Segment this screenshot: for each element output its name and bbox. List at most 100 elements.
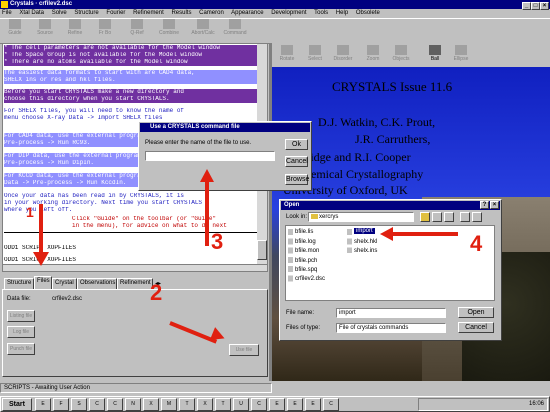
toolbar-abort-button[interactable]: Abort/Calc [190,18,216,40]
toolbar-refine-button[interactable]: Refine [62,18,88,40]
toolbar-guide-label: Guide [8,30,22,36]
menu-structure[interactable]: Structure [74,10,98,16]
details-view-button[interactable] [472,212,482,222]
use-file-button[interactable]: Use file [229,344,259,356]
file-icons [288,229,293,283]
tab-refinement[interactable]: Refinement [117,278,153,289]
file-item[interactable]: bfile.pch [295,258,317,264]
toolbar-source-button[interactable]: Source [32,18,58,40]
script-line: ODD1 SCRIPT XOPFILES [4,245,77,251]
taskbar-item[interactable]: X [143,398,159,411]
annotation-arrowhead-1 [33,252,49,266]
tab-structure[interactable]: Structure [4,278,34,289]
taskbar-item[interactable]: C [323,398,339,411]
file-name-input[interactable]: import [336,308,446,318]
taskbar-item[interactable]: N [125,398,141,411]
menu-file[interactable]: File [2,10,12,16]
file-item-selected[interactable]: import [354,228,375,234]
message-line: * The Space Group is not available for t… [4,52,264,59]
toolbar-command-button[interactable]: Command [222,18,248,40]
menu-refinement[interactable]: Refinement [133,10,164,16]
menu-fourier[interactable]: Fourier [106,10,125,16]
menu-help[interactable]: Help [336,10,348,16]
model-disorder-button[interactable]: Disorder [330,44,356,66]
open-button[interactable]: Open [458,307,494,318]
file-item[interactable]: bfile.spq [295,267,317,273]
command-ok-button[interactable]: Ok [285,139,308,150]
main-title-bar: Crystals · crfilev2.dsc _ □ × [0,0,550,10]
listing-file-button[interactable]: Listing file [7,310,35,322]
taskbar-item[interactable]: T [215,398,231,411]
open-cancel-button[interactable]: Cancel [458,322,494,333]
file-item[interactable]: bfile.log [295,239,316,245]
menu-cameron[interactable]: Cameron [199,10,224,16]
toolbar-frbo-button[interactable]: Fr Bo [92,18,118,40]
taskbar-item[interactable]: X [197,398,213,411]
message-line: * There are no atoms available for the M… [4,59,264,66]
taskbar-item[interactable]: F [53,398,69,411]
model-select-label: Select [308,56,322,62]
model-zoom-button[interactable]: Zoom [360,44,386,66]
log-file-button[interactable]: Log file [7,326,35,338]
model-ball-button[interactable]: Ball [422,44,448,66]
file-name-label: File name: [286,310,315,316]
taskbar-item[interactable]: E [287,398,303,411]
menu-solve[interactable]: Solve [52,10,67,16]
menu-obsolete[interactable]: Obsolete [356,10,380,16]
model-select-button[interactable]: Select [302,44,328,66]
taskbar-item[interactable]: E [35,398,51,411]
up-folder-button[interactable] [420,212,430,222]
model-objects-button[interactable]: Objects [388,44,414,66]
command-browse-button[interactable]: Browse [285,174,309,185]
taskbar-item[interactable]: M [161,398,177,411]
zoom-icon [367,45,379,55]
command-cancel-button[interactable]: Cancel [285,156,308,167]
menu-development[interactable]: Development [271,10,306,16]
file-item[interactable]: shelx.ins [354,248,377,254]
message-line: Before you start CRYSTALS make a new dir… [4,89,264,96]
tab-files[interactable]: Files [34,276,52,289]
menu-results[interactable]: Results [171,10,191,16]
start-button[interactable]: Start [2,398,32,411]
taskbar-item[interactable]: T [179,398,195,411]
file-item[interactable]: bfile.mon [295,248,319,254]
command-dialog-title: Use a CRYSTALS command file [150,124,240,130]
tab-crystal[interactable]: Crystal [52,278,77,289]
toolbar-qref-button[interactable]: Q-Ref [124,18,150,40]
file-type-dropdown[interactable]: File of crystals commands [336,323,446,333]
punch-file-button[interactable]: Punch file [7,343,35,355]
list-view-button[interactable] [460,212,470,222]
annotation-arrow-4 [392,232,458,236]
tab-observations[interactable]: Observations [77,278,117,289]
taskbar-item[interactable]: S [71,398,87,411]
taskbar-item[interactable]: C [107,398,123,411]
toolbar-combine-button[interactable]: Combine [156,18,182,40]
data-file-value: crfilev2.dsc [52,296,83,302]
ball-icon [429,45,441,55]
scroll-thumb[interactable] [257,240,267,260]
toolbar-command-label: Command [223,30,247,36]
combine-icon [163,19,175,29]
look-in-dropdown[interactable]: xercrys [308,212,414,222]
menu-xtal-data[interactable]: Xtal Data [19,10,44,16]
command-file-input[interactable] [145,151,275,161]
file-item[interactable]: bfile.lis [295,229,313,235]
file-item[interactable]: shelx.hkl [354,239,377,245]
toolbar-guide-button[interactable]: Guide [2,18,28,40]
app-icon [1,1,8,8]
taskbar-item[interactable]: U [233,398,249,411]
desktop-button[interactable] [432,212,442,222]
new-folder-button[interactable] [444,212,454,222]
taskbar-item[interactable]: E [269,398,285,411]
toolbar-combine-label: Combine [158,30,179,36]
taskbar-item[interactable]: E [305,398,321,411]
model-ellipse-button[interactable]: Ellipse [448,44,474,66]
open-dialog-help-button[interactable]: ? [480,201,489,209]
menu-appearance[interactable]: Appearance [231,10,263,16]
open-dialog-close-button[interactable]: × [490,201,499,209]
taskbar-item[interactable]: C [251,398,267,411]
menu-tools[interactable]: Tools [314,10,328,16]
file-item[interactable]: crfilev2.dsc [295,276,325,282]
taskbar-item[interactable]: C [89,398,105,411]
model-rotate-button[interactable]: Rotate [274,44,300,66]
